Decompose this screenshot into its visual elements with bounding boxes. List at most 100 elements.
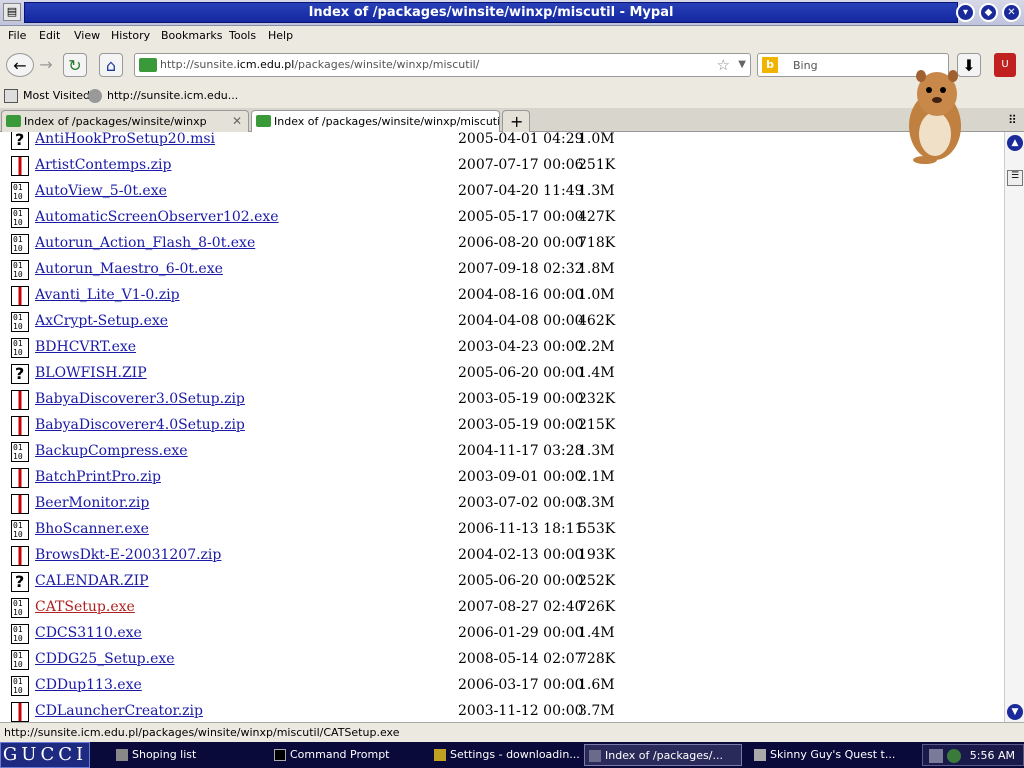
file-date: 2003-05-19 00:00 [458, 391, 584, 407]
tab-miscutil[interactable]: Index of /packages/winsite/winxp/miscuti… [251, 110, 500, 132]
file-size: 728K [578, 651, 616, 667]
file-size: 1.4M [578, 625, 615, 641]
file-size: 193K [578, 547, 616, 563]
file-link[interactable]: CDDG25_Setup.exe [35, 651, 175, 667]
new-tab-icon[interactable]: + [502, 110, 530, 132]
file-size: 215K [578, 417, 616, 433]
file-size: 726K [578, 599, 616, 615]
site-identity-icon[interactable] [139, 58, 157, 72]
app-icon[interactable]: ▤ [3, 3, 21, 21]
taskbar-item-command-prompt[interactable]: Command Prompt [270, 744, 425, 766]
home-icon[interactable]: ⌂ [99, 53, 123, 77]
status-bar: http://sunsite.icm.edu.pl/packages/winsi… [0, 722, 1024, 742]
file-link[interactable]: AutomaticScreenObserver102.exe [35, 209, 279, 225]
scroll-up-icon[interactable]: ▲ [1007, 135, 1023, 151]
file-link[interactable]: BLOWFISH.ZIP [35, 365, 147, 381]
bookmark-star-icon[interactable]: ☆ [717, 56, 730, 74]
back-icon[interactable]: ← [6, 53, 34, 77]
file-link[interactable]: CATSetup.exe [35, 599, 135, 615]
taskbar-item-shopping-list[interactable]: Shoping list [112, 744, 262, 766]
menu-help[interactable]: Help [268, 29, 293, 42]
most-visited-icon [4, 89, 18, 103]
menu-file[interactable]: File [8, 29, 26, 42]
binary-file-icon [11, 676, 29, 696]
file-row: BrowsDkt-E-20031207.zip 2004-02-13 00:00 1… [0, 546, 1004, 572]
maximize-icon[interactable]: ◆ [979, 3, 998, 22]
file-link[interactable]: BabyaDiscoverer3.0Setup.zip [35, 391, 245, 407]
window-title: Index of /packages/winsite/winxp/miscuti… [308, 5, 674, 20]
tab-list-icon[interactable]: ⠿ [1008, 113, 1017, 127]
file-link[interactable]: BDHCVRT.exe [35, 339, 136, 355]
scroll-down-icon[interactable]: ▼ [1007, 704, 1023, 720]
file-date: 2008-05-14 02:07 [458, 651, 584, 667]
bookmark-sunsite[interactable]: http://sunsite.icm.edu... [107, 89, 238, 102]
file-date: 2004-08-16 00:00 [458, 287, 584, 303]
forward-icon[interactable]: → [34, 53, 58, 77]
menu-view[interactable]: View [74, 29, 100, 42]
taskbar-app-icon [434, 749, 446, 761]
file-link[interactable]: CDDup113.exe [35, 677, 142, 693]
file-date: 2006-08-20 00:00 [458, 235, 584, 251]
bookmark-most-visited[interactable]: Most Visited [23, 89, 90, 102]
file-link[interactable]: AntiHookProSetup20.msi [35, 132, 215, 147]
file-date: 2003-05-19 00:00 [458, 417, 584, 433]
file-row: BabyaDiscoverer4.0Setup.zip 2003-05-19 00… [0, 416, 1004, 442]
file-link[interactable]: Autorun_Maestro_6-0t.exe [35, 261, 223, 277]
file-size: 553K [578, 521, 616, 537]
globe-tray-icon[interactable] [947, 749, 961, 763]
hamster-mascot [909, 70, 961, 164]
taskbar-item-browser[interactable]: Index of /packages/... [584, 744, 742, 766]
binary-file-icon [11, 650, 29, 670]
file-date: 2005-04-01 04:29 [458, 132, 584, 147]
reload-icon[interactable]: ↻ [63, 53, 87, 77]
file-date: 2007-09-18 02:32 [458, 261, 584, 277]
vertical-scrollbar[interactable]: ▲ ☰ ▼ [1004, 132, 1024, 722]
zip-file-icon [11, 416, 29, 436]
clock[interactable]: 5:56 AM [970, 749, 1015, 762]
network-icon[interactable] [929, 749, 943, 763]
file-size: 1.6M [578, 677, 615, 693]
zip-file-icon [11, 468, 29, 488]
file-link[interactable]: BrowsDkt-E-20031207.zip [35, 547, 221, 563]
file-link[interactable]: ArtistContemps.zip [35, 157, 171, 173]
taskbar-item-settings[interactable]: Settings - downloadin... [430, 744, 580, 766]
file-link[interactable]: CALENDAR.ZIP [35, 573, 149, 589]
tab-close-icon[interactable]: ✕ [232, 114, 242, 128]
taskbar-app-icon [274, 749, 286, 761]
menu-tools[interactable]: Tools [229, 29, 256, 42]
file-link[interactable]: CDCS3110.exe [35, 625, 142, 641]
file-row: CDDup113.exe 2006-03-17 00:001.6M [0, 676, 1004, 702]
menu-edit[interactable]: Edit [39, 29, 60, 42]
file-link[interactable]: BeerMonitor.zip [35, 495, 149, 511]
menu-bookmarks[interactable]: Bookmarks [161, 29, 222, 42]
close-icon[interactable]: ✕ [1002, 3, 1021, 22]
bing-icon[interactable]: b [762, 57, 778, 73]
file-link[interactable]: AutoView_5-0t.exe [35, 183, 167, 199]
file-link[interactable]: AxCrypt-Setup.exe [35, 313, 168, 329]
file-row: CDLauncherCreator.zip 2003-11-12 00:00 3.7… [0, 702, 1004, 722]
file-row: Autorun_Action_Flash_8-0t.exe 2006-08-20 … [0, 234, 1004, 260]
file-link[interactable]: Autorun_Action_Flash_8-0t.exe [35, 235, 255, 251]
file-link[interactable]: BatchPrintPro.zip [35, 469, 161, 485]
tab-favicon [256, 115, 271, 127]
address-bar[interactable]: http://sunsite.icm.edu.pl/packages/winsi… [134, 53, 751, 77]
menu-history[interactable]: History [111, 29, 150, 42]
file-date: 2003-11-12 00:00 [458, 703, 584, 719]
minimize-icon[interactable]: ▾ [956, 3, 975, 22]
file-link[interactable]: BackupCompress.exe [35, 443, 188, 459]
taskbar-item-skinny-guys-quest[interactable]: Skinny Guy's Quest t... [750, 744, 900, 766]
tab-winxp[interactable]: Index of /packages/winsite/winxp ✕ [1, 110, 249, 132]
file-link[interactable]: CDLauncherCreator.zip [35, 703, 203, 719]
ublock-icon[interactable]: U [994, 53, 1016, 77]
file-row: CDCS3110.exe 2006-01-29 00:001.4M [0, 624, 1004, 650]
file-row: BatchPrintPro.zip 2003-09-01 00:00 2.1M [0, 468, 1004, 494]
reader-icon[interactable]: ☰ [1007, 170, 1023, 186]
zip-file-icon [11, 156, 29, 176]
file-link[interactable]: BabyaDiscoverer4.0Setup.zip [35, 417, 245, 433]
start-button[interactable]: GUCCI [0, 742, 90, 768]
file-link[interactable]: Avanti_Lite_V1-0.zip [35, 287, 180, 303]
file-date: 2005-05-17 00:00 [458, 209, 584, 225]
file-link[interactable]: BhoScanner.exe [35, 521, 149, 537]
url-dropdown-icon[interactable]: ▼ [738, 59, 746, 70]
file-row: AntiHookProSetup20.msi 2005-04-01 04:291.… [0, 132, 1004, 156]
